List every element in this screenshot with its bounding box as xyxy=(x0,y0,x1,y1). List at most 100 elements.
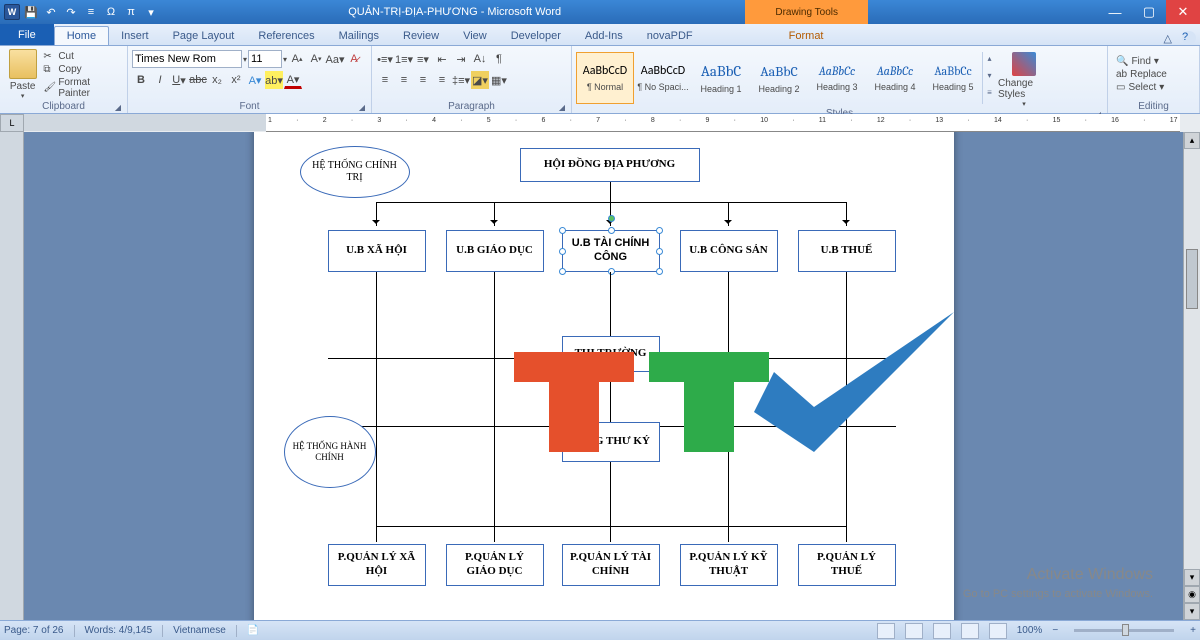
tab-home[interactable]: Home xyxy=(54,26,109,45)
scroll-down-icon[interactable]: ▾ xyxy=(1184,569,1200,586)
style-heading2[interactable]: AaBbCHeading 2 xyxy=(750,52,808,104)
shape-pql-giaoduc[interactable]: P.QUẢN LÝ GIÁO DỤC xyxy=(446,544,544,586)
shape-ub-giaoduc[interactable]: U.B GIÁO DỤC xyxy=(446,230,544,272)
style-normal[interactable]: AaBbCcD¶ Normal xyxy=(576,52,634,104)
font-launcher-icon[interactable]: ◢ xyxy=(359,103,365,112)
superscript-button[interactable]: x² xyxy=(227,71,245,89)
clipboard-launcher-icon[interactable]: ◢ xyxy=(115,103,121,112)
browse-object-icon[interactable]: ◉ xyxy=(1184,586,1200,603)
tab-format[interactable]: Format xyxy=(777,27,836,45)
tab-references[interactable]: References xyxy=(246,27,326,45)
status-page[interactable]: Page: 7 of 26 xyxy=(4,625,64,636)
shape-ub-xahoi[interactable]: U.B XÃ HỘI xyxy=(328,230,426,272)
tab-addins[interactable]: Add-Ins xyxy=(573,27,635,45)
maximize-button[interactable]: ▢ xyxy=(1132,0,1166,24)
shrink-font-icon[interactable]: A▾ xyxy=(307,50,325,68)
status-insert-icon[interactable]: 📄 xyxy=(247,625,259,636)
tab-page-layout[interactable]: Page Layout xyxy=(161,27,247,45)
align-right-icon[interactable]: ≡ xyxy=(414,71,432,89)
help-icon[interactable]: ? xyxy=(1182,31,1196,45)
style-heading4[interactable]: AaBbCcHeading 4 xyxy=(866,52,924,104)
highlight-icon[interactable]: ab▾ xyxy=(265,71,283,89)
align-left-icon[interactable]: ≡ xyxy=(376,71,394,89)
align-center-icon[interactable]: ≡ xyxy=(395,71,413,89)
numbering-icon[interactable]: 1≡▾ xyxy=(395,50,413,68)
bold-button[interactable]: B xyxy=(132,71,150,89)
cut-button[interactable]: ✂Cut xyxy=(43,51,123,63)
subscript-button[interactable]: x₂ xyxy=(208,71,226,89)
save-icon[interactable]: 💾 xyxy=(22,3,40,21)
redo-icon[interactable]: ↷ xyxy=(62,3,80,21)
shape-oval-politics[interactable]: HỆ THỐNG CHÍNH TRỊ xyxy=(300,146,410,198)
qat-btn-2[interactable]: Ω xyxy=(102,3,120,21)
shape-ub-congsan[interactable]: U.B CÔNG SẢN xyxy=(680,230,778,272)
shape-pql-taichinh[interactable]: P.QUẢN LÝ TÀI CHÍNH xyxy=(562,544,660,586)
increase-indent-icon[interactable]: ⇥ xyxy=(452,50,470,68)
shape-oval-admin[interactable]: HỆ THỐNG HÀNH CHÍNH xyxy=(284,416,376,488)
shape-pql-xahoi[interactable]: P.QUẢN LÝ XÃ HỘI xyxy=(328,544,426,586)
view-web-layout-icon[interactable] xyxy=(933,623,951,639)
paste-button[interactable]: Paste▾ xyxy=(4,49,41,100)
page-scroll-area[interactable]: HỆ THỐNG CHÍNH TRỊ HỘI ĐỒNG ĐỊA PHƯƠNG U… xyxy=(24,132,1183,620)
style-heading5[interactable]: AaBbCcHeading 5 xyxy=(924,52,982,104)
tab-view[interactable]: View xyxy=(451,27,499,45)
tab-novapdf[interactable]: novaPDF xyxy=(635,27,705,45)
font-size-combo[interactable] xyxy=(248,50,282,68)
shape-pql-kythuat[interactable]: P.QUẢN LÝ KỸ THUẬT xyxy=(680,544,778,586)
style-heading3[interactable]: AaBbCcHeading 3 xyxy=(808,52,866,104)
rotate-handle-icon[interactable] xyxy=(608,215,615,222)
shape-ub-thue[interactable]: U.B THUẾ xyxy=(798,230,896,272)
vertical-scrollbar[interactable]: ▴ ▾ ◉ ▾ xyxy=(1183,132,1200,620)
style-no-spacing[interactable]: AaBbCcD¶ No Spaci... xyxy=(634,52,692,104)
scroll-up-icon[interactable]: ▴ xyxy=(1184,132,1200,149)
zoom-level[interactable]: 100% xyxy=(1017,625,1043,636)
style-heading1[interactable]: AaBbCHeading 1 xyxy=(692,52,750,104)
borders-icon[interactable]: ▦▾ xyxy=(490,71,508,89)
horizontal-ruler[interactable]: 1·2·3·4·5·6·7·8·9·10·11·12·13·14·15·16·1… xyxy=(266,114,1180,132)
line-spacing-icon[interactable]: ‡≡▾ xyxy=(452,71,470,89)
next-page-icon[interactable]: ▾ xyxy=(1184,603,1200,620)
zoom-thumb[interactable] xyxy=(1122,624,1129,636)
vertical-ruler[interactable] xyxy=(0,132,24,620)
tab-mailings[interactable]: Mailings xyxy=(327,27,391,45)
justify-icon[interactable]: ≡ xyxy=(433,71,451,89)
status-language[interactable]: Vietnamese xyxy=(173,625,226,636)
replace-button[interactable]: abReplace xyxy=(1116,69,1167,80)
qat-btn-3[interactable]: π xyxy=(122,3,140,21)
minimize-button[interactable]: — xyxy=(1098,0,1132,24)
ruler-corner[interactable]: L xyxy=(0,114,24,132)
find-button[interactable]: 🔍Find ▾ xyxy=(1116,56,1167,67)
file-tab[interactable]: File xyxy=(0,24,54,45)
underline-button[interactable]: U▾ xyxy=(170,71,188,89)
status-words[interactable]: Words: 4/9,145 xyxy=(85,625,153,636)
shape-thitruong[interactable]: THỊ TRƯỜNG xyxy=(562,336,660,372)
font-color-icon[interactable]: A▾ xyxy=(284,71,302,89)
bullets-icon[interactable]: •≡▾ xyxy=(376,50,394,68)
zoom-in-button[interactable]: + xyxy=(1190,625,1196,636)
paragraph-launcher-icon[interactable]: ◢ xyxy=(559,103,565,112)
grow-font-icon[interactable]: A▴ xyxy=(288,50,306,68)
styles-gallery-more[interactable]: ▴▾≡ xyxy=(982,52,996,104)
close-button[interactable]: ✕ xyxy=(1166,0,1200,24)
shape-pql-thue[interactable]: P.QUẢN LÝ THUẾ xyxy=(798,544,896,586)
scroll-thumb[interactable] xyxy=(1186,249,1198,309)
word-app-icon[interactable]: W xyxy=(4,4,20,20)
italic-button[interactable]: I xyxy=(151,71,169,89)
format-painter-button[interactable]: 🖌Format Painter xyxy=(43,77,123,99)
change-styles-button[interactable]: Change Styles▾ xyxy=(998,48,1050,108)
shape-top[interactable]: HỘI ĐỒNG ĐỊA PHƯƠNG xyxy=(520,148,700,182)
font-name-combo[interactable] xyxy=(132,50,242,68)
qat-more-icon[interactable]: ▾ xyxy=(142,3,160,21)
undo-icon[interactable]: ↶ xyxy=(42,3,60,21)
shape-ub-taichinh-selected[interactable]: U.B TÀI CHÍNH CÔNG xyxy=(562,230,660,272)
zoom-slider[interactable] xyxy=(1074,629,1174,632)
clear-formatting-icon[interactable]: A̷ xyxy=(345,50,363,68)
minimize-ribbon-icon[interactable]: △ xyxy=(1158,32,1178,45)
change-case-icon[interactable]: Aa▾ xyxy=(326,50,344,68)
sort-icon[interactable]: A↓ xyxy=(471,50,489,68)
qat-btn-1[interactable]: ≡ xyxy=(82,3,100,21)
copy-button[interactable]: ⧉Copy xyxy=(43,64,123,76)
strikethrough-button[interactable]: abc xyxy=(189,71,207,89)
page-canvas[interactable]: HỆ THỐNG CHÍNH TRỊ HỘI ĐỒNG ĐỊA PHƯƠNG U… xyxy=(254,132,954,620)
tab-review[interactable]: Review xyxy=(391,27,451,45)
